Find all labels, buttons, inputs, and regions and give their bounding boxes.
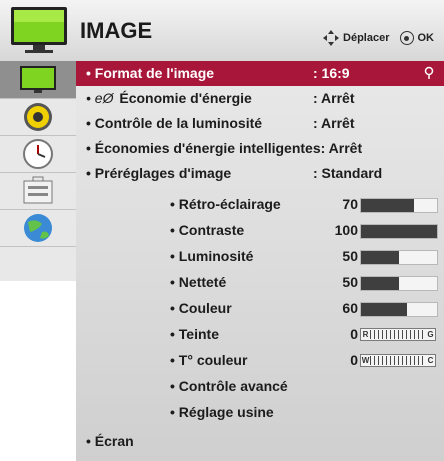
menu-item-label: • Contrôle de la luminosité: [86, 115, 263, 131]
menu-item-value: 50: [342, 248, 358, 264]
menu-item-label: • Écran: [86, 433, 134, 449]
menu-item-value: : Standard: [313, 165, 383, 181]
menu-item-label: • eØ Économie d'énergie: [86, 90, 252, 106]
menu-item-screen[interactable]: • Écran: [76, 429, 444, 454]
menu-item-tint[interactable]: • Teinte 0 R G: [76, 322, 444, 347]
menu-item-label: • Format de l'image: [86, 65, 215, 81]
balance-left-label: R: [362, 330, 369, 339]
menu-item-label: • Netteté: [170, 274, 227, 290]
menu-item-label: • Contrôle avancé: [170, 378, 288, 394]
menu-item-value: 60: [342, 300, 358, 316]
level-bar-fill: [361, 277, 399, 290]
page-title: IMAGE: [80, 18, 153, 43]
eco-icon: • eØ: [86, 90, 118, 106]
menu-item-advanced-control[interactable]: • Contrôle avancé: [76, 374, 444, 399]
level-bar[interactable]: [360, 276, 438, 291]
level-bar-fill: [361, 225, 437, 238]
picture-menu: IMAGE Déplacer OK • Format de l'image: …: [0, 0, 444, 461]
balance-right-label: C: [427, 356, 434, 365]
hint-move-label: Déplacer: [343, 32, 390, 44]
menu-item-energy-saving[interactable]: • eØ Économie d'énergie : Arrêt: [76, 86, 444, 111]
menu-item-sharpness[interactable]: • Netteté 50: [76, 270, 444, 295]
menu-item-contrast[interactable]: • Contraste 100: [76, 218, 444, 243]
menu-item-backlight[interactable]: • Rétro-éclairage 70: [76, 192, 444, 217]
tv-screen-icon: [11, 7, 67, 53]
balance-right-label: G: [427, 330, 434, 339]
clock-icon: [23, 138, 53, 169]
energy-saving-text: Économie d'énergie: [119, 90, 252, 106]
menu-item-label: • Rétro-éclairage: [170, 196, 281, 212]
level-bar[interactable]: [360, 224, 438, 239]
menu-item-aspect-ratio[interactable]: • Format de l'image : 16:9: [76, 61, 444, 86]
menu-item-value: : Arrêt: [313, 115, 355, 131]
menu-item-value: 70: [342, 196, 358, 212]
menu-item-value: : 16:9: [313, 65, 350, 81]
menu-item-picture-mode[interactable]: • Préréglages d'image : Standard: [76, 161, 444, 186]
menu-item-picture-reset[interactable]: • Réglage usine: [76, 400, 444, 425]
level-bar[interactable]: [360, 250, 438, 265]
navigation-hints: Déplacer OK: [323, 30, 434, 46]
balance-slider[interactable]: R G: [360, 328, 436, 341]
level-bar-fill: [361, 251, 399, 264]
pin-icon: [424, 66, 434, 79]
menu-item-color[interactable]: • Couleur 60: [76, 296, 444, 321]
hint-ok-label: OK: [417, 32, 435, 44]
arrows-icon: [323, 30, 340, 46]
menu-header: IMAGE Déplacer OK: [0, 0, 444, 62]
menu-list: • Format de l'image : 16:9 • eØ Économie…: [76, 61, 444, 461]
level-bar[interactable]: [360, 198, 438, 213]
menu-item-label: • T° couleur: [170, 352, 248, 368]
balance-left-label: W: [361, 356, 370, 365]
sidebar-item-audio[interactable]: [0, 98, 76, 136]
sidebar-item-time[interactable]: [0, 135, 76, 173]
menu-item-label: • Économies d'énergie intelligentes: Arr…: [86, 140, 363, 156]
menu-item-color-temperature[interactable]: • T° couleur 0 W C: [76, 348, 444, 373]
ok-icon: [399, 31, 414, 45]
menu-item-label: • Luminosité: [170, 248, 254, 264]
tv-screen-icon: [20, 65, 56, 93]
level-bar-fill: [361, 303, 407, 316]
sidebar-item-picture[interactable]: [0, 61, 76, 99]
menu-item-value: 0: [350, 326, 358, 342]
menu-item-smart-energy-saving[interactable]: • Économies d'énergie intelligentes: Arr…: [76, 136, 444, 161]
menu-item-label: • Contraste: [170, 222, 245, 238]
menu-item-brightness-control[interactable]: • Contrôle de la luminosité : Arrêt: [76, 111, 444, 136]
sidebar-item-network[interactable]: [0, 209, 76, 247]
menu-item-label: • Préréglages d'image: [86, 165, 232, 181]
menu-item-value: 100: [334, 222, 358, 238]
menu-item-value: 50: [342, 274, 358, 290]
sidebar-item-options[interactable]: [0, 172, 76, 210]
balance-ticks: [370, 356, 426, 365]
toolbox-icon: [23, 176, 53, 203]
menu-item-label: • Couleur: [170, 300, 232, 316]
menu-item-value: : Arrêt: [313, 90, 355, 106]
speaker-icon: [24, 102, 52, 131]
balance-ticks: [370, 330, 426, 339]
menu-item-label: • Teinte: [170, 326, 219, 342]
category-sidebar: [0, 61, 77, 281]
level-bar-fill: [361, 199, 415, 212]
menu-item-label: • Réglage usine: [170, 404, 274, 420]
globe-icon: [24, 213, 52, 242]
menu-item-brightness[interactable]: • Luminosité 50: [76, 244, 444, 269]
menu-item-value: 0: [350, 352, 358, 368]
balance-slider[interactable]: W C: [360, 354, 436, 367]
level-bar[interactable]: [360, 302, 438, 317]
